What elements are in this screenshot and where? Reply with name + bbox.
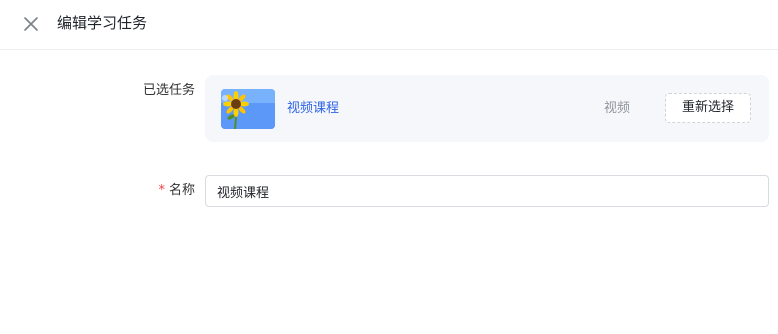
selected-task-label: 已选任务 bbox=[142, 83, 195, 98]
required-marker: * bbox=[158, 183, 165, 198]
edit-learning-task-page: 编辑学习任务 已选任务 视频课程 视频 重新选择 * 名称 视频课程 bbox=[0, 0, 778, 334]
selected-task-type: 视频 bbox=[604, 101, 631, 116]
selected-task-title-link[interactable]: 视频课程 bbox=[287, 99, 339, 119]
name-label-row: * 名称 bbox=[120, 181, 195, 201]
selected-task-card: 视频课程 视频 重新选择 bbox=[205, 75, 769, 142]
page-title: 编辑学习任务 bbox=[57, 14, 148, 32]
name-input[interactable] bbox=[205, 175, 769, 207]
name-label: 名称 bbox=[168, 183, 195, 198]
close-icon[interactable] bbox=[20, 13, 42, 35]
sunflower-thumbnail-icon bbox=[221, 89, 275, 129]
reselect-button[interactable]: 重新选择 bbox=[665, 93, 751, 123]
modal-header: 编辑学习任务 bbox=[0, 0, 778, 50]
